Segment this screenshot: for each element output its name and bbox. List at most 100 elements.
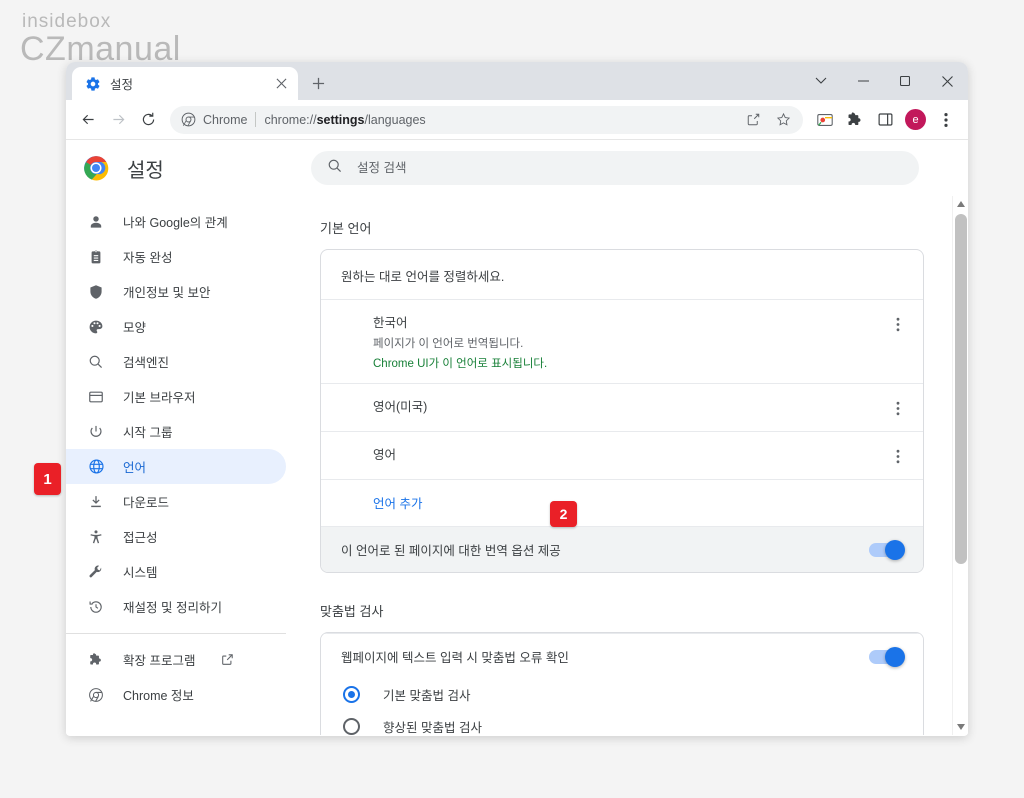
settings-search-box[interactable] bbox=[311, 151, 919, 185]
star-icon[interactable] bbox=[769, 106, 797, 134]
language-sub-ui: Chrome UI가 이 언어로 표시됩니다. bbox=[373, 355, 887, 371]
maximize-button[interactable] bbox=[884, 63, 926, 99]
settings-content: 기본 언어 원하는 대로 언어를 정렬하세요. 한국어 페이지가 이 언어로 번… bbox=[294, 140, 968, 735]
three-dot-menu-icon[interactable] bbox=[887, 313, 909, 335]
side-panel-icon[interactable] bbox=[871, 106, 899, 134]
forward-arrow-icon[interactable] bbox=[104, 106, 132, 134]
share-icon[interactable] bbox=[739, 106, 767, 134]
language-row[interactable]: 영어(미국) bbox=[321, 383, 923, 431]
chrome-circle-icon bbox=[181, 112, 196, 127]
search-input[interactable] bbox=[357, 161, 903, 175]
window-controls bbox=[800, 62, 968, 100]
languages-card-description: 원하는 대로 언어를 정렬하세요. bbox=[321, 250, 923, 299]
sidebar-item-label: 나와 Google의 관계 bbox=[123, 212, 228, 231]
avatar[interactable]: e bbox=[905, 109, 926, 130]
sidebar-item-autofill[interactable]: 자동 완성 bbox=[66, 239, 286, 274]
media-cast-icon[interactable] bbox=[811, 106, 839, 134]
search-icon bbox=[87, 353, 105, 371]
browser-tab-settings[interactable]: 설정 bbox=[72, 67, 298, 100]
annotation-badge-1: 1 bbox=[34, 463, 61, 495]
tab-search-button[interactable] bbox=[800, 63, 842, 99]
spellcheck-option-enhanced[interactable]: 향상된 맞춤법 검사 Google 검색에서 사용되는 것과 동일한 맞춤법 검… bbox=[321, 711, 923, 735]
three-dot-menu-icon[interactable] bbox=[887, 397, 909, 419]
puzzle-piece-icon[interactable] bbox=[841, 106, 869, 134]
language-texts: 영어 bbox=[373, 444, 887, 463]
sidebar-item-appearance[interactable]: 모양 bbox=[66, 309, 286, 344]
sidebar-item-about-chrome[interactable]: Chrome 정보 bbox=[66, 677, 286, 712]
scroll-down-arrow-icon[interactable] bbox=[953, 719, 968, 735]
sidebar-item-on-startup[interactable]: 시작 그룹 bbox=[66, 414, 286, 449]
sidebar-item-languages[interactable]: 언어 bbox=[66, 449, 286, 484]
sidebar-item-label: 검색엔진 bbox=[123, 352, 169, 371]
spellcheck-main-toggle[interactable] bbox=[869, 650, 903, 664]
palette-icon bbox=[87, 318, 105, 336]
history-restore-icon bbox=[87, 598, 105, 616]
sidebar-item-google[interactable]: 나와 Google의 관계 bbox=[66, 204, 286, 239]
browser-window: 설정 bbox=[66, 62, 968, 736]
annotation-badge-2: 2 bbox=[550, 501, 577, 527]
reload-icon[interactable] bbox=[134, 106, 162, 134]
radio-texts: 향상된 맞춤법 검사 Google 검색에서 사용되는 것과 동일한 맞춤법 검… bbox=[383, 717, 823, 735]
back-arrow-icon[interactable] bbox=[74, 106, 102, 134]
radio-button-basic[interactable] bbox=[343, 686, 360, 703]
sidebar-item-default-browser[interactable]: 기본 브라우저 bbox=[66, 379, 286, 414]
page-title: 설정 bbox=[127, 154, 164, 183]
language-texts: 한국어 페이지가 이 언어로 번역됩니다. Chrome UI가 이 언어로 표… bbox=[373, 312, 887, 371]
sidebar-nav: 나와 Google의 관계 자동 완성 개인정보 및 보안 모양 bbox=[66, 196, 294, 712]
sidebar-item-system[interactable]: 시스템 bbox=[66, 554, 286, 589]
clipboard-icon bbox=[87, 248, 105, 266]
scrollbar-thumb[interactable] bbox=[955, 214, 967, 564]
scroll-up-arrow-icon[interactable] bbox=[953, 196, 968, 212]
shield-icon bbox=[87, 283, 105, 301]
radio-button-enhanced[interactable] bbox=[343, 718, 360, 735]
globe-icon bbox=[87, 458, 105, 476]
sidebar-item-downloads[interactable]: 다운로드 bbox=[66, 484, 286, 519]
language-name: 영어 bbox=[373, 444, 887, 463]
screenshot-root: insidebox CZmanual 설정 bbox=[0, 0, 1024, 798]
tab-title: 설정 bbox=[110, 74, 263, 93]
sidebar-item-label: 시스템 bbox=[123, 562, 158, 581]
add-language-link[interactable]: 언어 추가 bbox=[321, 479, 923, 526]
language-name: 영어(미국) bbox=[373, 396, 887, 415]
close-button[interactable] bbox=[926, 63, 968, 99]
section-title-languages: 기본 언어 bbox=[320, 218, 924, 237]
download-icon bbox=[87, 493, 105, 511]
close-icon[interactable] bbox=[272, 75, 290, 93]
settings-header: 설정 bbox=[66, 140, 968, 196]
language-row[interactable]: 영어 bbox=[321, 431, 923, 479]
sidebar-item-reset[interactable]: 재설정 및 정리하기 bbox=[66, 589, 286, 624]
minimize-button[interactable] bbox=[842, 63, 884, 99]
languages-card: 원하는 대로 언어를 정렬하세요. 한국어 페이지가 이 언어로 번역됩니다. … bbox=[320, 249, 924, 573]
browser-toolbar: Chrome chrome://settings/languages bbox=[66, 100, 968, 140]
translate-offer-toggle[interactable] bbox=[869, 543, 903, 557]
address-bar[interactable]: Chrome chrome://settings/languages bbox=[170, 106, 803, 134]
three-dot-menu-icon[interactable] bbox=[932, 106, 960, 134]
spellcheck-option-basic[interactable]: 기본 맞춤법 검사 bbox=[321, 679, 923, 711]
sidebar-item-accessibility[interactable]: 접근성 bbox=[66, 519, 286, 554]
language-sub-translate: 페이지가 이 언어로 번역됩니다. bbox=[373, 335, 887, 351]
language-texts: 영어(미국) bbox=[373, 396, 887, 415]
new-tab-button[interactable] bbox=[304, 69, 332, 97]
spellcheck-main-label: 웹페이지에 텍스트 입력 시 맞춤법 오류 확인 bbox=[341, 647, 869, 666]
content-scrollbar[interactable] bbox=[952, 196, 968, 735]
chrome-circle-icon bbox=[87, 686, 105, 704]
browser-window-icon bbox=[87, 388, 105, 406]
omnibox-divider bbox=[255, 112, 256, 127]
language-row[interactable]: 한국어 페이지가 이 언어로 번역됩니다. Chrome UI가 이 언어로 표… bbox=[321, 299, 923, 383]
sidebar-item-privacy[interactable]: 개인정보 및 보안 bbox=[66, 274, 286, 309]
sidebar-item-extensions[interactable]: 확장 프로그램 bbox=[66, 642, 286, 677]
content-inner: 기본 언어 원하는 대로 언어를 정렬하세요. 한국어 페이지가 이 언어로 번… bbox=[294, 196, 968, 735]
sidebar-item-search-engine[interactable]: 검색엔진 bbox=[66, 344, 286, 379]
puzzle-piece-icon bbox=[87, 651, 105, 669]
translate-offer-row[interactable]: 이 언어로 된 페이지에 대한 번역 옵션 제공 bbox=[321, 526, 923, 572]
sidebar-item-label: 자동 완성 bbox=[123, 247, 172, 266]
chrome-logo-icon bbox=[83, 155, 109, 181]
power-icon bbox=[87, 423, 105, 441]
wrench-icon bbox=[87, 563, 105, 581]
search-icon bbox=[327, 158, 343, 179]
spellcheck-main-row[interactable]: 웹페이지에 텍스트 입력 시 맞춤법 오류 확인 bbox=[321, 633, 923, 679]
three-dot-menu-icon[interactable] bbox=[887, 445, 909, 467]
translate-offer-label: 이 언어로 된 페이지에 대한 번역 옵션 제공 bbox=[341, 540, 869, 559]
sidebar-item-label: 다운로드 bbox=[123, 492, 169, 511]
site-chip: Chrome bbox=[181, 112, 247, 127]
